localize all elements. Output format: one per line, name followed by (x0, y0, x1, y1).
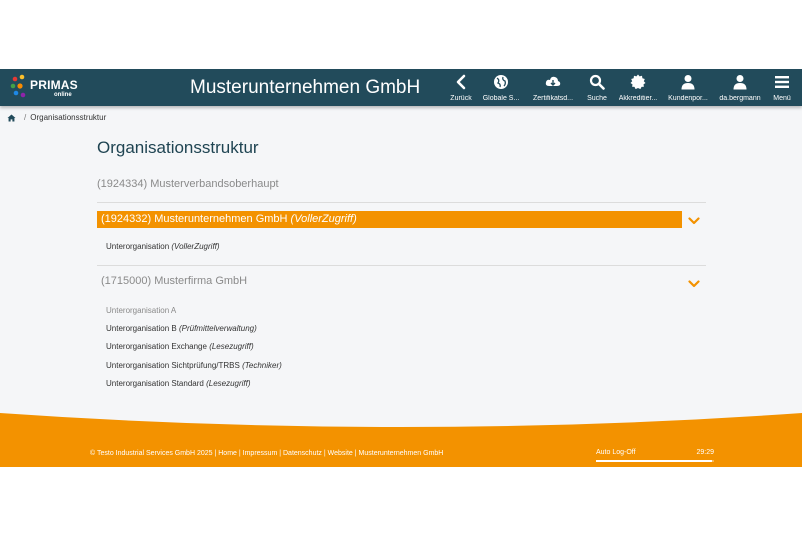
parent-organisation: (1924334) Musterverbandsoberhaupt (97, 178, 279, 190)
nav-label: Zurück (450, 95, 472, 102)
company-title: Musterunternehmen GmbH (190, 77, 421, 98)
org-header[interactable]: (1715000) Musterfirma GmbH (101, 275, 247, 287)
org-access-level: (VollerZugriff) (290, 213, 357, 225)
primas-logo[interactable]: PRIMAS online (10, 73, 90, 103)
breadcrumb-current: Organisationsstruktur (30, 113, 107, 122)
sub-organisation-item[interactable]: Unterorganisation A (106, 306, 176, 315)
nav-label: Zertifikatsd... (532, 95, 574, 102)
sub-organisation-item[interactable]: Unterorganisation Sichtprüfung/TRBS (Tec… (106, 361, 282, 370)
nav-certificates-button[interactable]: Zertifikatsd... (526, 69, 580, 106)
sub-org-name: Unterorganisation (106, 242, 170, 251)
chevron-left-icon (456, 74, 466, 90)
footer-background (0, 413, 802, 467)
sub-org-role: (Lesezugriff) (209, 342, 254, 351)
menu-icon (775, 76, 789, 88)
nav-label: Globale S... (482, 95, 520, 102)
sub-organisation-item[interactable]: Unterorganisation Standard (Lesezugriff) (106, 379, 251, 388)
auto-logoff-time: 29:29 (696, 449, 714, 456)
header-nav: Zurück Globale S... Zertifikatsd... Such… (446, 69, 798, 106)
org-header-active[interactable]: (1924332) Musterunternehmen GmbH (Voller… (97, 211, 682, 228)
chevron-down-icon[interactable] (688, 217, 700, 225)
sub-org-role: (Prüfmittelverwaltung) (178, 324, 257, 333)
footer-link-company[interactable]: Musterunternehmen GmbH (359, 450, 444, 457)
sub-org-role: (Techniker) (242, 361, 282, 370)
sub-org-name: Unterorganisation Exchange (106, 342, 207, 351)
nav-user-profile-button[interactable]: da.bergmann (714, 69, 766, 106)
footer-link-impressum[interactable]: Impressum (243, 450, 278, 457)
search-icon (589, 74, 605, 90)
sub-org-name: Unterorganisation A (106, 306, 177, 315)
sub-org-role: (VollerZugriff) (171, 242, 220, 251)
auto-logoff-bar (596, 460, 714, 462)
nav-search-button[interactable]: Suche (580, 69, 614, 106)
nav-menu-button[interactable]: Menü (766, 69, 798, 106)
sub-organisation-item[interactable]: Unterorganisation (VollerZugriff) (106, 242, 220, 251)
footer-copyright: © Testo Industrial Services GmbH 2025 (90, 450, 213, 457)
cloud-download-icon (545, 76, 561, 86)
nav-accreditation-button[interactable]: Akkreditier... (614, 69, 662, 106)
globe-icon (494, 75, 508, 89)
divider (97, 202, 706, 203)
breadcrumb: / Organisationsstruktur (7, 113, 106, 122)
sub-organisation-item[interactable]: Unterorganisation Exchange (Lesezugriff) (106, 342, 254, 351)
sub-org-name: Unterorganisation B (106, 324, 177, 333)
sub-org-name: Unterorganisation Standard (106, 379, 204, 388)
auto-logoff-bar-fill (596, 460, 712, 462)
footer-link-datenschutz[interactable]: Datenschutz (283, 450, 322, 457)
nav-label: Kundenpor... (668, 95, 708, 102)
sub-org-name: Unterorganisation Sichtprüfung/TRBS (106, 361, 240, 370)
app-viewport: PRIMAS online Musterunternehmen GmbH Zur… (0, 69, 802, 467)
logo-text: PRIMAS (30, 78, 78, 92)
auto-logoff-label: Auto Log-Off (596, 449, 636, 456)
nav-customer-portal-button[interactable]: Kundenpor... (662, 69, 714, 106)
nav-label: Akkreditier... (618, 95, 658, 102)
user-icon (681, 75, 695, 90)
nav-label: Suche (587, 95, 607, 102)
footer-link-home[interactable]: Home (218, 450, 237, 457)
sub-org-role: (Lesezugriff) (206, 379, 251, 388)
user-icon (733, 75, 747, 90)
certificate-icon (630, 74, 646, 90)
org-name: (1924332) Musterunternehmen GmbH (101, 213, 288, 225)
nav-global-search-button[interactable]: Globale S... (476, 69, 526, 106)
nav-back-button[interactable]: Zurück (446, 69, 476, 106)
top-header: PRIMAS online Musterunternehmen GmbH Zur… (0, 69, 802, 106)
breadcrumb-separator: / (24, 113, 27, 122)
page-title: Organisationsstruktur (97, 138, 259, 157)
home-icon[interactable] (7, 113, 16, 122)
nav-label: Menü (773, 95, 791, 102)
nav-label: da.bergmann (719, 95, 761, 102)
footer-links: © Testo Industrial Services GmbH 2025 | … (90, 450, 444, 457)
sub-organisation-item[interactable]: Unterorganisation B (Prüfmittelverwaltun… (106, 324, 257, 333)
footer-link-website[interactable]: Website (328, 450, 353, 457)
divider (97, 265, 706, 266)
logo-subtext: online (54, 92, 72, 98)
chevron-down-icon[interactable] (688, 280, 700, 288)
